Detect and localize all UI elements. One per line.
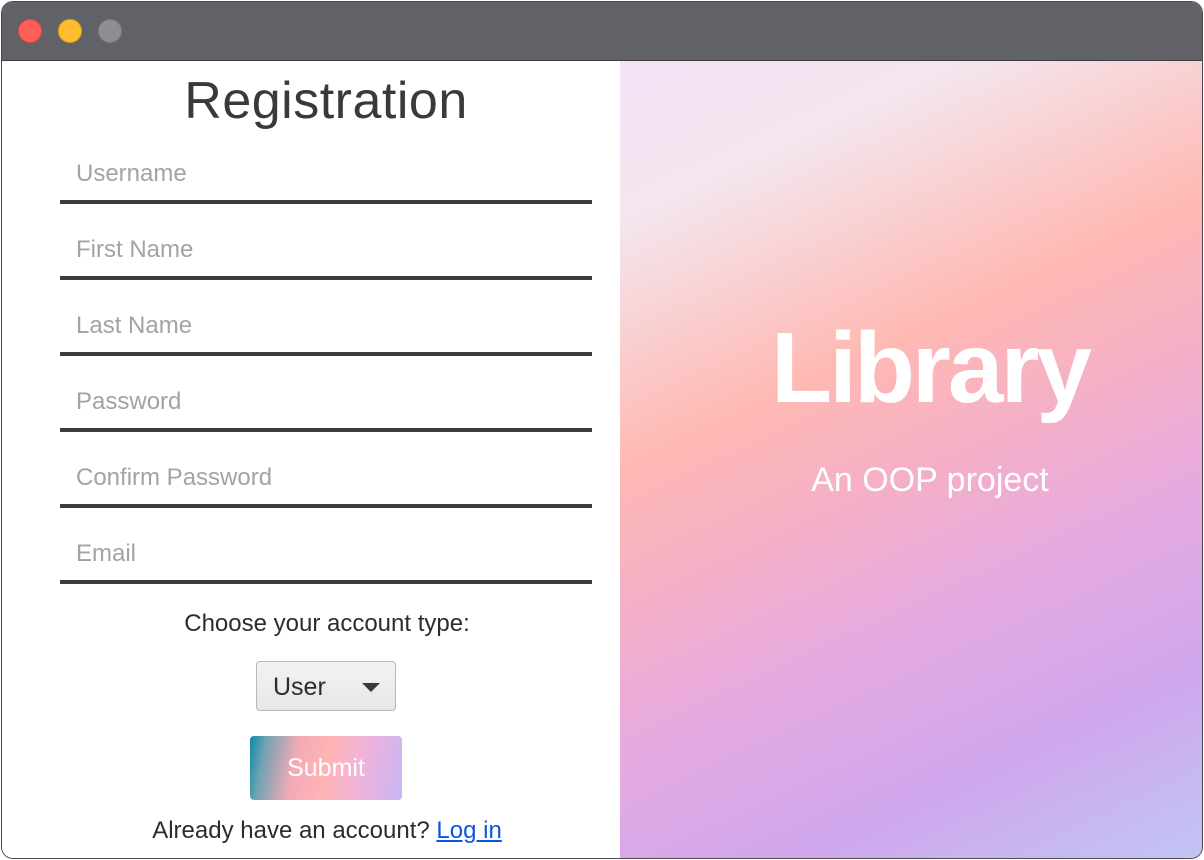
app-window: Registration Choose your account type: U…: [1, 1, 1203, 859]
first-name-input[interactable]: [60, 224, 592, 276]
title-bar: [2, 2, 1202, 61]
password-input[interactable]: [60, 376, 592, 428]
registration-title: Registration: [184, 72, 468, 130]
email-field: [60, 528, 592, 584]
account-type-dropdown[interactable]: User: [256, 661, 396, 711]
registration-panel: Registration Choose your account type: U…: [2, 61, 620, 858]
close-window-button[interactable]: [18, 19, 42, 43]
username-field: [60, 148, 592, 204]
brand-title: Library: [770, 312, 1092, 424]
zoom-window-button[interactable]: [98, 19, 122, 43]
brand-panel: Library An OOP project: [620, 61, 1202, 858]
last-name-field: [60, 300, 592, 356]
chevron-down-icon: [362, 683, 380, 692]
username-input[interactable]: [60, 148, 592, 200]
login-prompt-line: Already have an account? Log in: [2, 817, 652, 845]
account-type-selected-value: User: [273, 673, 326, 701]
minimize-window-button[interactable]: [58, 19, 82, 43]
password-field: [60, 376, 592, 432]
confirm-password-field: [60, 452, 592, 508]
account-type-label: Choose your account type:: [184, 610, 470, 637]
brand-subtitle: An OOP project: [811, 461, 1049, 499]
login-prompt-text: Already have an account?: [152, 817, 430, 844]
submit-button[interactable]: Submit: [250, 736, 402, 800]
email-input[interactable]: [60, 528, 592, 580]
first-name-field: [60, 224, 592, 280]
last-name-input[interactable]: [60, 300, 592, 352]
login-link[interactable]: Log in: [436, 817, 501, 844]
confirm-password-input[interactable]: [60, 452, 592, 504]
